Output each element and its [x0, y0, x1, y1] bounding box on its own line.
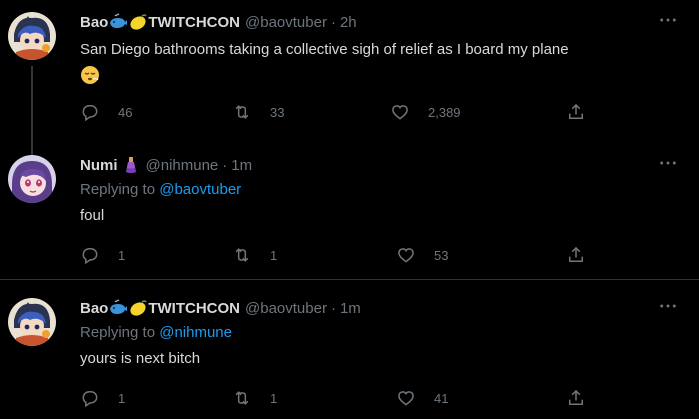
timestamp[interactable]: 1m: [340, 300, 361, 317]
display-name-suffix: TWITCHCON: [148, 299, 240, 317]
heart-icon: [392, 105, 408, 120]
more-icon[interactable]: [658, 300, 678, 316]
retweet-count: 1: [270, 247, 278, 263]
heart-icon: [398, 391, 414, 406]
reply-icon: [82, 105, 98, 122]
timestamp[interactable]: 2h: [340, 14, 357, 31]
reply-button[interactable]: 1: [80, 245, 125, 265]
separator-dot: ·: [330, 13, 336, 31]
share-icon: [569, 246, 583, 262]
avatar-numi[interactable]: [8, 155, 56, 203]
separator-dot: ·: [222, 156, 228, 174]
tweet-3[interactable]: Bao TWITCHCON @baovtuber · 1m Replying t…: [0, 298, 699, 418]
retweet-button[interactable]: 1: [232, 388, 277, 408]
like-count: 53: [434, 247, 449, 263]
retweet-button[interactable]: 33: [232, 102, 284, 122]
retweet-count: 33: [270, 104, 285, 120]
replying-to-link[interactable]: @nihmune: [159, 324, 232, 341]
more-icon[interactable]: [658, 14, 678, 30]
exhale-emoji-icon: [80, 65, 100, 85]
display-name[interactable]: Bao: [80, 14, 108, 31]
retweet-icon: [235, 391, 249, 405]
replying-to-prefix: Replying to: [80, 324, 156, 341]
handle[interactable]: @baovtuber: [245, 300, 327, 317]
replying-to: Replying to @nihmune: [80, 324, 232, 341]
replying-to: Replying to @baovtuber: [80, 181, 241, 198]
retweet-icon: [235, 248, 249, 262]
share-icon: [569, 389, 583, 405]
lemon-emoji-icon: [128, 298, 148, 318]
like-button[interactable]: 2,389: [390, 102, 461, 122]
tweet-text: foul: [80, 207, 105, 224]
tweet-actions: 1 1 53: [80, 245, 600, 269]
heart-icon: [398, 248, 414, 263]
whale-emoji-icon: [108, 298, 128, 318]
handle[interactable]: @baovtuber: [245, 14, 327, 31]
tweet-text-line: San Diego bathrooms taking a collective …: [80, 41, 569, 58]
tweet-text: San Diego bathrooms taking a collective …: [80, 40, 569, 60]
tweet-divider: [0, 279, 699, 280]
whale-emoji-icon: [108, 12, 128, 32]
timestamp[interactable]: 1m: [231, 157, 252, 174]
retweet-button[interactable]: 1: [232, 245, 277, 265]
retweet-count: 1: [270, 390, 278, 406]
share-button[interactable]: [566, 245, 586, 265]
tweet-header: Bao TWITCHCON @baovtuber · 1m: [80, 298, 361, 318]
more-icon[interactable]: [658, 157, 678, 173]
tweet-actions: 1 1 41: [80, 388, 600, 412]
tweet-2[interactable]: Numi @nihmune · 1m Replying to @baovtube…: [0, 155, 699, 275]
like-button[interactable]: 53: [396, 245, 448, 265]
like-count: 41: [434, 390, 449, 406]
replying-to-prefix: Replying to: [80, 181, 156, 198]
lemon-emoji-icon: [128, 12, 148, 32]
reply-icon: [82, 248, 98, 265]
reply-icon: [82, 391, 98, 408]
like-count: 2,389: [428, 104, 461, 120]
like-button[interactable]: 41: [396, 388, 448, 408]
tweet-1[interactable]: Bao TWITCHCON @baovtuber · 2h San Diego …: [0, 12, 699, 186]
share-button[interactable]: [566, 102, 586, 122]
reply-button[interactable]: 46: [80, 102, 132, 122]
display-name[interactable]: Numi: [80, 157, 118, 174]
display-name-suffix: TWITCHCON: [148, 13, 240, 31]
potion-emoji-icon: [121, 155, 141, 175]
tweet-actions: 46 33 2,389: [80, 102, 600, 126]
reply-count: 1: [118, 390, 126, 406]
avatar-bao[interactable]: [8, 298, 56, 346]
tweet-header: Bao TWITCHCON @baovtuber · 2h: [80, 12, 357, 32]
retweet-icon: [235, 105, 249, 119]
avatar-bao[interactable]: [8, 12, 56, 60]
reply-count: 46: [118, 104, 133, 120]
reply-count: 1: [118, 247, 126, 263]
separator-dot: ·: [330, 299, 336, 317]
tweet-text: yours is next bitch: [80, 350, 201, 367]
tweet-header: Numi @nihmune · 1m: [80, 155, 252, 175]
replying-to-link[interactable]: @baovtuber: [159, 181, 241, 198]
reply-button[interactable]: 1: [80, 388, 125, 408]
share-icon: [569, 103, 583, 119]
display-name[interactable]: Bao: [80, 300, 108, 317]
handle[interactable]: @nihmune: [146, 157, 219, 174]
share-button[interactable]: [566, 388, 586, 408]
